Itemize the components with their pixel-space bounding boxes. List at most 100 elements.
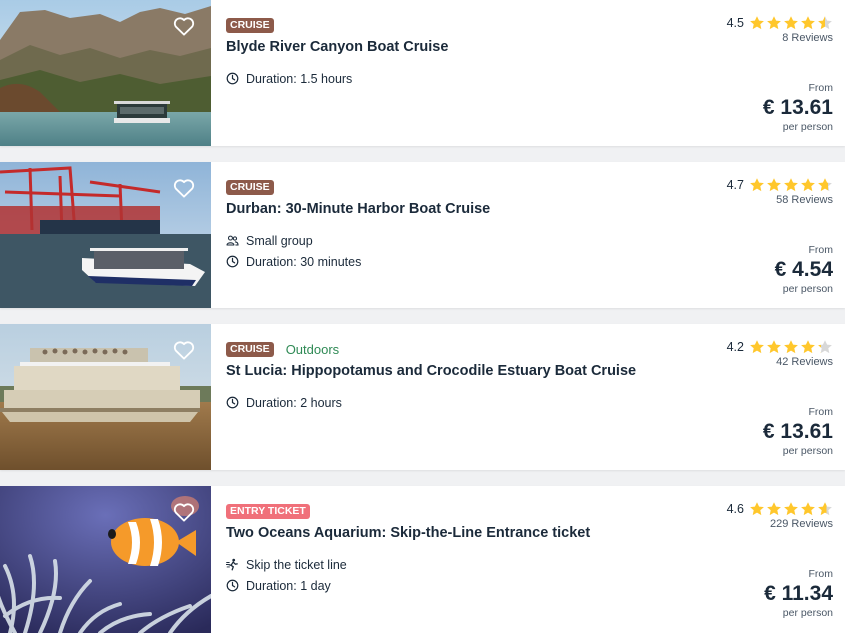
price-from-label: From xyxy=(808,244,834,256)
activity-title[interactable]: Blyde River Canyon Boat Cruise xyxy=(226,39,448,55)
rating-value: 4.7 xyxy=(726,177,744,192)
tag-row: ENTRY TICKET xyxy=(226,504,310,519)
rating-block: 4.6 229 Reviews xyxy=(726,500,833,531)
star-icon xyxy=(750,501,764,515)
feature-text: Duration: 1 day xyxy=(246,578,331,593)
feature-item: Duration: 1.5 hours xyxy=(226,68,352,89)
activity-card[interactable]: ENTRY TICKET Two Oceans Aquarium: Skip-t… xyxy=(0,486,845,633)
star-icon xyxy=(784,177,798,191)
feature-item: Duration: 2 hours xyxy=(226,392,342,413)
star-rating xyxy=(749,339,833,355)
review-count[interactable]: 8 Reviews xyxy=(727,32,833,44)
star-icon xyxy=(801,339,815,353)
star-icon xyxy=(801,15,815,29)
activity-list: CRUISE Blyde River Canyon Boat Cruise Du… xyxy=(0,0,845,633)
activity-body: CRUISE Outdoors St Lucia: Hippopotamus a… xyxy=(226,324,845,470)
price-block: From € 13.61 per person xyxy=(763,406,833,457)
price-from-label: From xyxy=(808,82,834,94)
price-amount: € 13.61 xyxy=(762,420,833,443)
price-amount: € 11.34 xyxy=(764,582,833,605)
heart-icon[interactable] xyxy=(173,502,195,522)
star-icon xyxy=(767,177,781,191)
star-icon xyxy=(784,15,798,29)
review-count[interactable]: 42 Reviews xyxy=(727,356,833,368)
activity-body: ENTRY TICKET Two Oceans Aquarium: Skip-t… xyxy=(226,486,845,633)
activity-body: CRUISE Blyde River Canyon Boat Cruise Du… xyxy=(226,0,845,146)
star-icon xyxy=(767,339,781,353)
group-icon xyxy=(226,235,239,246)
star-icon xyxy=(750,177,764,191)
price-amount: € 13.61 xyxy=(762,96,833,119)
category-badge: CRUISE xyxy=(226,342,274,357)
star-icon xyxy=(750,339,764,353)
star-icon xyxy=(767,501,781,515)
star-icon xyxy=(801,501,815,515)
category-badge: CRUISE xyxy=(226,18,274,33)
category-badge: CRUISE xyxy=(226,180,274,195)
rating-value: 4.6 xyxy=(726,501,744,516)
price-block: From € 4.54 per person xyxy=(775,244,833,295)
star-icon xyxy=(818,339,832,353)
star-icon xyxy=(818,501,832,515)
star-icon xyxy=(767,15,781,29)
price-per-label: per person xyxy=(782,607,833,619)
activity-card[interactable]: CRUISE Blyde River Canyon Boat Cruise Du… xyxy=(0,0,845,146)
feature-text: Duration: 30 minutes xyxy=(246,254,362,269)
clock-icon xyxy=(226,72,239,85)
tag-row: CRUISE Outdoors xyxy=(226,342,339,357)
clock-icon xyxy=(226,396,239,409)
activity-card[interactable]: CRUISE Outdoors St Lucia: Hippopotamus a… xyxy=(0,324,845,470)
aquarium-clownfish-image[interactable] xyxy=(0,486,211,633)
activity-body: CRUISE Durban: 30-Minute Harbor Boat Cru… xyxy=(226,162,845,308)
estuary-boat-image[interactable] xyxy=(0,324,211,470)
activity-title[interactable]: Two Oceans Aquarium: Skip-the-Line Entra… xyxy=(226,525,590,541)
star-icon xyxy=(818,177,832,191)
feature-item: Small group xyxy=(226,230,361,251)
feature-item: Duration: 1 day xyxy=(226,575,347,596)
outdoors-tag: Outdoors xyxy=(285,342,340,357)
star-icon xyxy=(818,15,832,29)
star-icon xyxy=(784,339,798,353)
rating-value: 4.2 xyxy=(726,339,744,354)
price-per-label: per person xyxy=(782,283,833,295)
price-per-label: per person xyxy=(782,121,833,133)
activity-title[interactable]: St Lucia: Hippopotamus and Crocodile Est… xyxy=(226,363,636,379)
feature-item: Skip the ticket line xyxy=(226,554,347,575)
feature-list: Duration: 2 hours xyxy=(226,392,342,413)
clock-icon xyxy=(226,255,239,268)
price-per-label: per person xyxy=(782,445,833,457)
star-icon xyxy=(784,501,798,515)
heart-icon[interactable] xyxy=(173,340,195,360)
heart-icon[interactable] xyxy=(173,16,195,36)
star-rating xyxy=(749,177,833,193)
price-from-label: From xyxy=(808,568,834,580)
feature-text: Duration: 1.5 hours xyxy=(246,71,353,86)
rating-block: 4.2 42 Reviews xyxy=(726,338,833,369)
review-count[interactable]: 229 Reviews xyxy=(727,518,833,530)
review-count[interactable]: 58 Reviews xyxy=(727,194,833,206)
feature-text: Small group xyxy=(246,233,313,248)
price-block: From € 13.61 per person xyxy=(763,82,833,133)
tag-row: CRUISE xyxy=(226,180,274,195)
tag-row: CRUISE xyxy=(226,18,274,33)
star-rating xyxy=(749,501,833,517)
harbor-boat-image[interactable] xyxy=(0,162,211,308)
feature-text: Skip the ticket line xyxy=(246,557,347,572)
feature-text: Duration: 2 hours xyxy=(246,395,342,410)
rating-block: 4.7 58 Reviews xyxy=(726,176,833,207)
rating-value: 4.5 xyxy=(726,15,744,30)
feature-list: Skip the ticket line Duration: 1 day xyxy=(226,554,347,596)
activity-card[interactable]: CRUISE Durban: 30-Minute Harbor Boat Cru… xyxy=(0,162,845,308)
clock-icon xyxy=(226,579,239,592)
category-badge: ENTRY TICKET xyxy=(226,504,310,519)
heart-icon[interactable] xyxy=(173,178,195,198)
canyon-boat-image[interactable] xyxy=(0,0,211,146)
rating-block: 4.5 8 Reviews xyxy=(726,14,833,45)
skip-line-icon xyxy=(226,558,238,571)
star-icon xyxy=(801,177,815,191)
price-amount: € 4.54 xyxy=(774,258,833,281)
activity-title[interactable]: Durban: 30-Minute Harbor Boat Cruise xyxy=(226,201,490,217)
star-icon xyxy=(750,15,764,29)
price-block: From € 11.34 per person xyxy=(764,568,833,619)
price-from-label: From xyxy=(808,406,834,418)
